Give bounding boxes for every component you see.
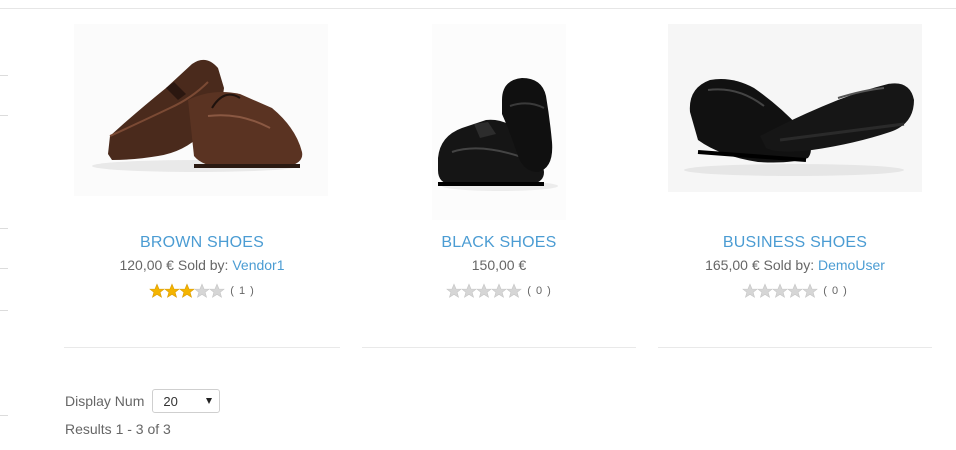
rating-count: ( 0 ) [823, 285, 848, 297]
star-rating [446, 283, 523, 299]
price-line: 120,00 € Sold by: Vendor1 [64, 257, 340, 273]
display-num-label: Display Num [65, 393, 145, 409]
star-empty-icon [446, 283, 463, 298]
vendor-link[interactable]: Vendor1 [232, 257, 284, 273]
rating: ( 0 ) [658, 283, 932, 299]
rating: ( 1 ) [64, 283, 340, 299]
star-rating [149, 283, 226, 299]
star-filled-icon [179, 283, 196, 298]
business-shoes-image[interactable] [668, 24, 922, 192]
star-empty-icon [506, 283, 523, 298]
sidebar-edge-divider [0, 228, 8, 229]
product-divider [362, 347, 636, 348]
star-rating [742, 283, 819, 299]
display-num-control: Display Num 20 [65, 388, 221, 414]
sold-by-label: Sold by: [173, 257, 233, 273]
brown-shoes-image[interactable] [74, 24, 328, 196]
sidebar-edge-divider [0, 268, 8, 269]
product-title-link[interactable]: BUSINESS SHOES [658, 234, 932, 252]
display-num-select[interactable]: 20 [152, 389, 221, 413]
product-price: 120,00 € [119, 257, 174, 273]
star-empty-icon [476, 283, 493, 298]
product-title-link[interactable]: BROWN SHOES [64, 234, 340, 252]
star-filled-icon [149, 283, 166, 298]
star-empty-icon [194, 283, 211, 298]
price-line: 165,00 € Sold by: DemoUser [658, 257, 932, 273]
star-empty-icon [742, 283, 759, 298]
price-line: 150,00 € [362, 257, 636, 273]
rating-count: ( 1 ) [230, 285, 255, 297]
star-empty-icon [802, 283, 819, 298]
product-card: BROWN SHOES 120,00 € Sold by: Vendor1 ( … [64, 0, 340, 348]
product-title-link[interactable]: BLACK SHOES [362, 234, 636, 252]
product-divider [64, 347, 340, 348]
star-empty-icon [491, 283, 508, 298]
sidebar-edge-divider [0, 115, 8, 116]
sidebar-edge-divider [0, 75, 8, 76]
rating-count: ( 0 ) [527, 285, 552, 297]
product-grid: BROWN SHOES 120,00 € Sold by: Vendor1 ( … [64, 0, 932, 360]
star-empty-icon [772, 283, 789, 298]
product-divider [658, 347, 932, 348]
star-empty-icon [461, 283, 478, 298]
product-price: 150,00 € [471, 257, 527, 273]
black-shoes-image[interactable] [432, 24, 566, 220]
star-empty-icon [787, 283, 804, 298]
results-count: Results 1 - 3 of 3 [65, 421, 171, 437]
product-card: BUSINESS SHOES 165,00 € Sold by: DemoUse… [658, 0, 932, 348]
sidebar-edge-divider [0, 310, 8, 311]
vendor-link[interactable]: DemoUser [818, 257, 885, 273]
sold-by-label: Sold by: [759, 257, 818, 273]
product-price: 165,00 € [705, 257, 760, 273]
dropdown-arrow-icon [206, 398, 213, 404]
sidebar-edge-divider [0, 415, 8, 416]
star-empty-icon [757, 283, 774, 298]
star-filled-icon [164, 283, 181, 298]
star-empty-icon [209, 283, 226, 298]
display-num-value: 20 [163, 393, 178, 409]
product-card: BLACK SHOES 150,00 € ( 0 ) [362, 0, 636, 348]
rating: ( 0 ) [362, 283, 636, 299]
